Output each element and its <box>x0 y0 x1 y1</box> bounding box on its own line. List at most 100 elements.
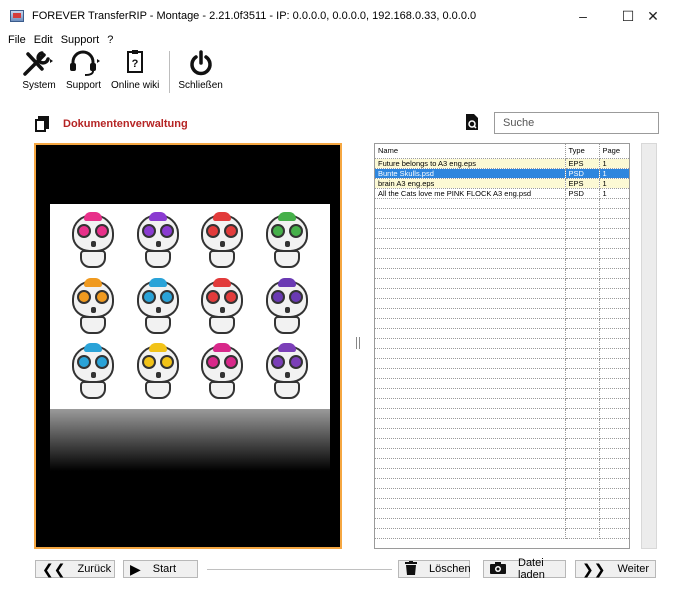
power-icon <box>186 48 216 78</box>
start-button[interactable]: ▶ Start <box>123 560 198 578</box>
file-type-cell: PSD <box>565 168 600 179</box>
empty-row <box>375 488 629 499</box>
skull-artwork <box>264 212 310 272</box>
back-button[interactable]: ❮❮ Zurück <box>35 560 115 578</box>
column-page[interactable]: Page <box>599 144 629 159</box>
empty-row <box>375 438 629 449</box>
menu-help[interactable]: ? <box>107 34 113 46</box>
empty-row <box>375 418 629 429</box>
empty-row <box>375 238 629 249</box>
close-button[interactable]: ✕ <box>630 0 676 32</box>
empty-row <box>375 338 629 349</box>
file-name-cell: brain A3 eng.eps <box>375 178 566 189</box>
empty-row <box>375 278 629 289</box>
empty-row <box>375 288 629 299</box>
file-type-cell: EPS <box>565 158 600 169</box>
help-document-icon: ? <box>120 48 150 78</box>
headset-icon <box>67 48 101 78</box>
empty-row <box>375 308 629 319</box>
skull-artwork <box>70 343 116 403</box>
documents-icon <box>35 116 49 132</box>
empty-row <box>375 248 629 259</box>
empty-row <box>375 368 629 379</box>
section-title: Dokumentenverwaltung <box>63 118 188 130</box>
start-label: Start <box>152 563 177 575</box>
empty-row <box>375 508 629 519</box>
menu-edit[interactable]: Edit <box>34 34 53 46</box>
file-row[interactable]: Future belongs to A3 eng.eps EPS 1 <box>375 158 629 169</box>
column-name[interactable]: Name <box>375 144 566 159</box>
menu-file[interactable]: File <box>8 34 26 46</box>
file-type-cell: EPS <box>565 178 600 189</box>
skull-artwork <box>199 343 245 403</box>
file-row[interactable]: All the Cats love me PINK FLOCK A3 eng.p… <box>375 188 629 199</box>
file-list-scrollbar[interactable] <box>641 143 657 549</box>
bottom-bar: ❮❮ Zurück ▶ Start Löschen Datei laden ❯❯… <box>0 557 676 581</box>
empty-row <box>375 208 629 219</box>
menu-bar: File Edit Support ? <box>0 32 676 47</box>
empty-row <box>375 448 629 459</box>
next-button[interactable]: ❯❯ Weiter <box>575 560 656 578</box>
file-type-cell: PSD <box>565 188 600 199</box>
file-page-cell: 1 <box>599 168 629 179</box>
file-name-cell: Bunte Skulls.psd <box>375 168 566 179</box>
empty-row <box>375 258 629 269</box>
search-input[interactable]: Suche <box>494 112 659 134</box>
skull-artwork <box>70 277 116 338</box>
online-wiki-button[interactable]: ? Online wiki <box>111 48 159 96</box>
online-wiki-label: Online wiki <box>111 80 160 91</box>
minimize-button[interactable]: – <box>560 0 606 32</box>
menu-support[interactable]: Support <box>61 34 100 46</box>
bottom-divider <box>207 569 392 570</box>
empty-row <box>375 328 629 339</box>
camera-icon <box>490 562 506 576</box>
file-list[interactable]: Name Type Page Future belongs to A3 eng.… <box>374 143 630 549</box>
title-bar: FOREVER TransferRIP - Montage - 2.21.0f3… <box>0 0 676 32</box>
empty-row <box>375 198 629 209</box>
empty-row <box>375 378 629 389</box>
file-row[interactable]: brain A3 eng.eps EPS 1 <box>375 178 629 189</box>
empty-row <box>375 398 629 409</box>
empty-row <box>375 458 629 469</box>
empty-row <box>375 268 629 279</box>
double-chevron-left-icon: ❮❮ <box>42 561 66 577</box>
file-page-cell: 1 <box>599 158 629 169</box>
toolbar-separator <box>169 51 171 93</box>
file-row[interactable]: Bunte Skulls.psd PSD 1 <box>375 168 629 179</box>
empty-row <box>375 348 629 359</box>
section-header: Dokumentenverwaltung <box>35 116 188 132</box>
skull-artwork <box>135 212 181 272</box>
system-button[interactable]: System <box>22 48 56 96</box>
svg-text:?: ? <box>132 58 139 70</box>
toolbar: System Support ? Online wiki Schließen <box>0 48 676 98</box>
empty-row <box>375 408 629 419</box>
next-label: Weiter <box>617 563 650 575</box>
column-type[interactable]: Type <box>565 144 600 159</box>
empty-row <box>375 478 629 489</box>
empty-row <box>375 528 629 539</box>
back-label: Zurück <box>77 563 112 575</box>
close-app-label: Schließen <box>178 80 223 91</box>
file-name-cell: All the Cats love me PINK FLOCK A3 eng.p… <box>375 188 566 199</box>
window-title: FOREVER TransferRIP - Montage - 2.21.0f3… <box>32 10 477 22</box>
play-icon: ▶ <box>130 561 141 577</box>
splitter-handle[interactable] <box>356 337 360 349</box>
skull-artwork <box>264 343 310 403</box>
delete-button[interactable]: Löschen <box>398 560 471 578</box>
skull-artwork <box>70 212 116 272</box>
empty-row <box>375 228 629 239</box>
load-file-button[interactable]: Datei laden <box>483 557 566 581</box>
close-app-button[interactable]: Schließen <box>178 48 223 96</box>
empty-row <box>375 518 629 529</box>
document-preview[interactable] <box>34 143 342 549</box>
empty-row <box>375 298 629 309</box>
file-page-cell: 1 <box>599 188 629 199</box>
file-page-cell: 1 <box>599 178 629 189</box>
empty-row <box>375 218 629 229</box>
empty-row <box>375 428 629 439</box>
preview-sheet <box>50 204 330 409</box>
empty-row <box>375 498 629 509</box>
double-chevron-right-icon: ❯❯ <box>582 561 606 577</box>
system-label: System <box>22 80 56 91</box>
support-button[interactable]: Support <box>66 48 101 96</box>
